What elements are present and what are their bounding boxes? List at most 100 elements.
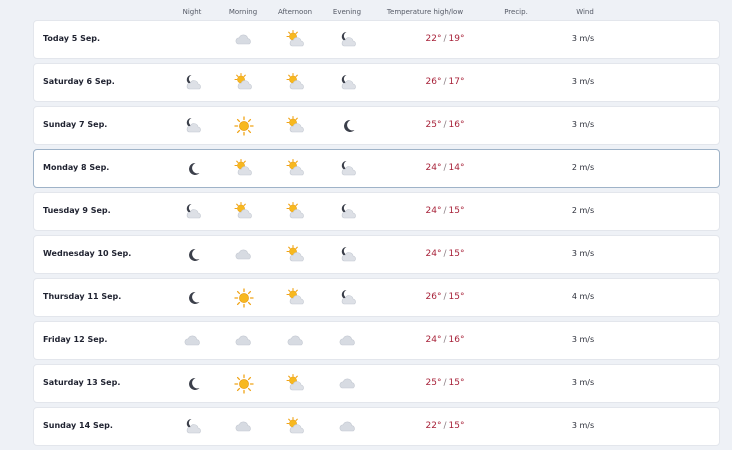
temperature-low: 16° bbox=[448, 120, 465, 130]
header-night: Night bbox=[182, 8, 202, 16]
forecast-row[interactable]: Sunday 14 Sep. 22°/15° 3 m/s bbox=[33, 407, 720, 446]
temperature-separator: / bbox=[443, 120, 447, 130]
temperature-low: 15° bbox=[448, 378, 465, 388]
forecast-day: Saturday 13 Sep. bbox=[43, 378, 121, 387]
forecast-day: Friday 12 Sep. bbox=[43, 335, 108, 344]
moon-icon bbox=[182, 158, 204, 180]
temperature-high-low: 24°/15° bbox=[426, 249, 465, 259]
cloud-icon bbox=[182, 330, 204, 352]
moon-cloud-icon bbox=[337, 158, 359, 180]
forecast-row[interactable]: Monday 8 Sep. 24°/14° 2 m/s bbox=[33, 149, 720, 188]
temperature-high: 25° bbox=[425, 378, 442, 388]
forecast-list: Today 5 Sep. 22°/19° 3 m/s Saturday 6 Sep. 2… bbox=[33, 20, 720, 450]
moon-cloud-icon bbox=[337, 72, 359, 94]
temperature-separator: / bbox=[443, 421, 447, 431]
sun-icon bbox=[233, 115, 255, 137]
moon-cloud-icon bbox=[337, 287, 359, 309]
forecast-row[interactable]: Sunday 7 Sep. 25°/16° 3 m/s bbox=[33, 106, 720, 145]
forecast-row[interactable]: Wednesday 10 Sep. 24°/15° 3 m/s bbox=[33, 235, 720, 274]
sun-cloud-icon bbox=[285, 416, 307, 438]
temperature-high: 25° bbox=[425, 120, 442, 130]
temperature-high-low: 24°/14° bbox=[426, 163, 465, 173]
temperature-high-low: 22°/19° bbox=[426, 34, 465, 44]
moon-cloud-icon bbox=[182, 416, 204, 438]
cloud-icon bbox=[233, 29, 255, 51]
temperature-separator: / bbox=[443, 378, 447, 388]
wind-speed: 3 m/s bbox=[571, 335, 595, 344]
temperature-low: 15° bbox=[448, 421, 465, 431]
sun-cloud-icon bbox=[233, 201, 255, 223]
temperature-high-low: 25°/16° bbox=[426, 120, 465, 130]
temperature-high-low: 25°/15° bbox=[426, 378, 465, 388]
sun-cloud-icon bbox=[285, 115, 307, 137]
forecast-day: Saturday 6 Sep. bbox=[43, 77, 115, 86]
temperature-high: 24° bbox=[425, 206, 442, 216]
forecast-row[interactable]: Today 5 Sep. 22°/19° 3 m/s bbox=[33, 20, 720, 59]
wind-speed: 2 m/s bbox=[571, 206, 595, 215]
temperature-high: 26° bbox=[425, 292, 442, 302]
forecast-row[interactable]: Thursday 11 Sep. 26°/15° 4 m/s bbox=[33, 278, 720, 317]
cloud-icon bbox=[233, 244, 255, 266]
forecast-day: Tuesday 9 Sep. bbox=[43, 206, 111, 215]
sun-cloud-icon bbox=[285, 201, 307, 223]
sun-cloud-icon bbox=[233, 158, 255, 180]
wind-speed: 3 m/s bbox=[571, 77, 595, 86]
wind-speed: 2 m/s bbox=[571, 163, 595, 172]
cloud-icon bbox=[337, 330, 359, 352]
wind-speed: 3 m/s bbox=[571, 120, 595, 129]
temperature-separator: / bbox=[443, 34, 447, 44]
temperature-low: 15° bbox=[448, 206, 465, 216]
wind-speed: 3 m/s bbox=[571, 34, 595, 43]
forecast-day: Thursday 11 Sep. bbox=[43, 292, 122, 301]
moon-cloud-icon bbox=[182, 72, 204, 94]
cloud-icon bbox=[285, 330, 307, 352]
cloud-icon bbox=[233, 416, 255, 438]
temperature-separator: / bbox=[443, 77, 447, 87]
temperature-low: 16° bbox=[448, 335, 465, 345]
temperature-low: 17° bbox=[448, 77, 465, 87]
sun-cloud-icon bbox=[285, 72, 307, 94]
sun-cloud-icon bbox=[285, 244, 307, 266]
header-morning: Morning bbox=[228, 8, 258, 16]
header-wind: Wind bbox=[576, 8, 594, 16]
forecast-row[interactable]: Friday 12 Sep. 24°/16° 3 m/s bbox=[33, 321, 720, 360]
moon-cloud-icon bbox=[337, 201, 359, 223]
forecast-row[interactable]: Tuesday 9 Sep. 24°/15° 2 m/s bbox=[33, 192, 720, 231]
forecast-day: Today 5 Sep. bbox=[43, 34, 101, 43]
cloud-icon bbox=[233, 330, 255, 352]
temperature-high: 22° bbox=[425, 421, 442, 431]
moon-cloud-icon bbox=[182, 201, 204, 223]
sun-cloud-icon bbox=[233, 72, 255, 94]
header-evening: Evening bbox=[332, 8, 362, 16]
forecast-day: Sunday 14 Sep. bbox=[43, 421, 113, 430]
moon-cloud-icon bbox=[337, 29, 359, 51]
forecast-row[interactable]: Saturday 13 Sep. 25°/15° 3 m/s bbox=[33, 364, 720, 403]
forecast-day: Monday 8 Sep. bbox=[43, 163, 110, 172]
moon-icon bbox=[182, 287, 204, 309]
temperature-low: 15° bbox=[448, 292, 465, 302]
moon-cloud-icon bbox=[337, 244, 359, 266]
sun-icon bbox=[233, 373, 255, 395]
moon-icon bbox=[182, 373, 204, 395]
temperature-high: 26° bbox=[425, 77, 442, 87]
temperature-low: 14° bbox=[448, 163, 465, 173]
sun-cloud-icon bbox=[285, 373, 307, 395]
forecast-day: Wednesday 10 Sep. bbox=[43, 249, 132, 258]
moon-icon bbox=[182, 244, 204, 266]
temperature-high-low: 24°/16° bbox=[426, 335, 465, 345]
sun-icon bbox=[233, 287, 255, 309]
forecast-header: Night Morning Afternoon Evening Temperat… bbox=[0, 0, 732, 20]
temperature-separator: / bbox=[443, 163, 447, 173]
temperature-high-low: 26°/15° bbox=[426, 292, 465, 302]
temperature-high: 24° bbox=[425, 335, 442, 345]
sun-cloud-icon bbox=[285, 287, 307, 309]
header-afternoon: Afternoon bbox=[277, 8, 313, 16]
header-precip: Precip. bbox=[504, 8, 528, 16]
sun-cloud-icon bbox=[285, 29, 307, 51]
moon-cloud-icon bbox=[182, 115, 204, 137]
temperature-low: 19° bbox=[448, 34, 465, 44]
temperature-separator: / bbox=[443, 206, 447, 216]
forecast-row[interactable]: Saturday 6 Sep. 26°/17° 3 m/s bbox=[33, 63, 720, 102]
wind-speed: 3 m/s bbox=[571, 249, 595, 258]
temperature-low: 15° bbox=[448, 249, 465, 259]
